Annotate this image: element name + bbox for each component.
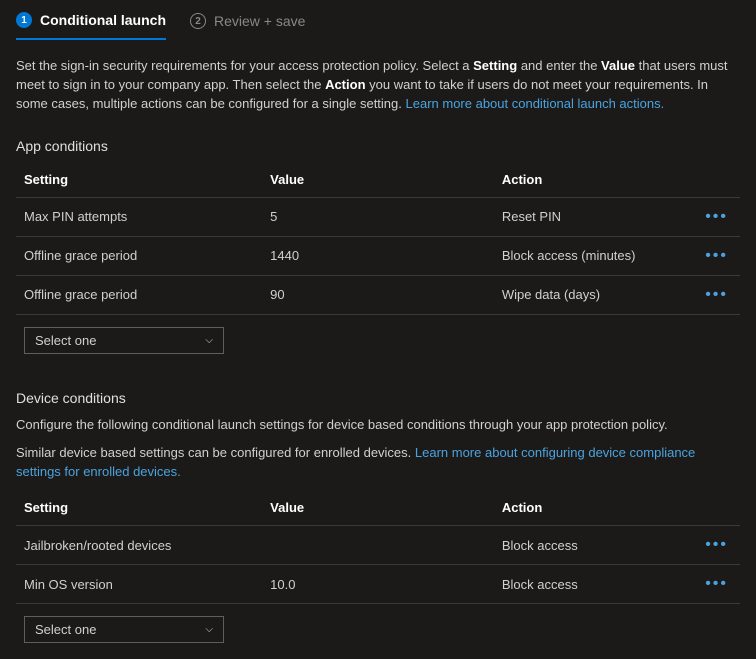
tab-conditional-launch[interactable]: 1 Conditional launch	[16, 12, 166, 40]
table-row: Jailbroken/rooted devices Block access •••	[16, 526, 740, 565]
cell-setting: Min OS version	[16, 565, 262, 604]
chevron-down-icon: ⌵	[205, 624, 213, 635]
section-title: App conditions	[16, 138, 740, 154]
ellipsis-icon: •••	[705, 208, 728, 225]
cell-value	[262, 526, 494, 565]
header-action: Action	[494, 164, 697, 198]
dropdown-label: Select one	[35, 333, 96, 348]
tab-review-save[interactable]: 2 Review + save	[190, 12, 305, 40]
cell-setting: Offline grace period	[16, 236, 262, 275]
header-action: Action	[494, 492, 697, 526]
device-conditions-add-dropdown[interactable]: Select one ⌵	[24, 616, 224, 643]
content-area: Set the sign-in security requirements fo…	[0, 41, 756, 659]
header-setting: Setting	[16, 164, 262, 198]
ellipsis-icon: •••	[705, 536, 728, 553]
cell-action: Block access	[494, 565, 697, 604]
table-row: Max PIN attempts5Reset PIN •••	[16, 197, 740, 236]
cell-action: Block access	[494, 526, 697, 565]
row-menu-button[interactable]: •••	[697, 275, 740, 314]
header-value: Value	[262, 164, 494, 198]
cell-setting: Jailbroken/rooted devices	[16, 526, 262, 565]
ellipsis-icon: •••	[705, 286, 728, 303]
device-conditions-table: Setting Value Action Jailbroken/rooted d…	[16, 492, 740, 604]
row-menu-button[interactable]: •••	[697, 526, 740, 565]
cell-action: Block access (minutes)	[494, 236, 697, 275]
learn-more-launch-link[interactable]: Learn more about conditional launch acti…	[406, 96, 665, 111]
app-conditions-table: Setting Value Action Max PIN attempts5Re…	[16, 164, 740, 315]
device-desc-2: Similar device based settings can be con…	[16, 444, 740, 482]
cell-setting: Offline grace period	[16, 275, 262, 314]
app-conditions-section: App conditions Setting Value Action Max …	[16, 138, 740, 354]
tab-step-number: 2	[190, 13, 206, 29]
cell-action: Wipe data (days)	[494, 275, 697, 314]
row-menu-button[interactable]: •••	[697, 197, 740, 236]
tab-bar: 1 Conditional launch 2 Review + save	[0, 0, 756, 41]
device-desc-1: Configure the following conditional laun…	[16, 416, 740, 435]
dropdown-label: Select one	[35, 622, 96, 637]
tab-step-number: 1	[16, 12, 32, 28]
intro-text: Set the sign-in security requirements fo…	[16, 57, 740, 114]
section-title: Device conditions	[16, 390, 740, 406]
tab-label: Conditional launch	[40, 12, 166, 28]
cell-setting: Max PIN attempts	[16, 197, 262, 236]
table-row: Offline grace period90Wipe data (days) ••…	[16, 275, 740, 314]
cell-value: 1440	[262, 236, 494, 275]
header-value: Value	[262, 492, 494, 526]
header-setting: Setting	[16, 492, 262, 526]
table-row: Offline grace period1440Block access (mi…	[16, 236, 740, 275]
cell-value: 90	[262, 275, 494, 314]
ellipsis-icon: •••	[705, 575, 728, 592]
chevron-down-icon: ⌵	[205, 335, 213, 346]
tab-label: Review + save	[214, 13, 305, 29]
table-row: Min OS version10.0Block access •••	[16, 565, 740, 604]
app-conditions-add-dropdown[interactable]: Select one ⌵	[24, 327, 224, 354]
row-menu-button[interactable]: •••	[697, 236, 740, 275]
device-conditions-section: Device conditions Configure the followin…	[16, 390, 740, 644]
row-menu-button[interactable]: •••	[697, 565, 740, 604]
cell-action: Reset PIN	[494, 197, 697, 236]
ellipsis-icon: •••	[705, 247, 728, 264]
cell-value: 10.0	[262, 565, 494, 604]
cell-value: 5	[262, 197, 494, 236]
